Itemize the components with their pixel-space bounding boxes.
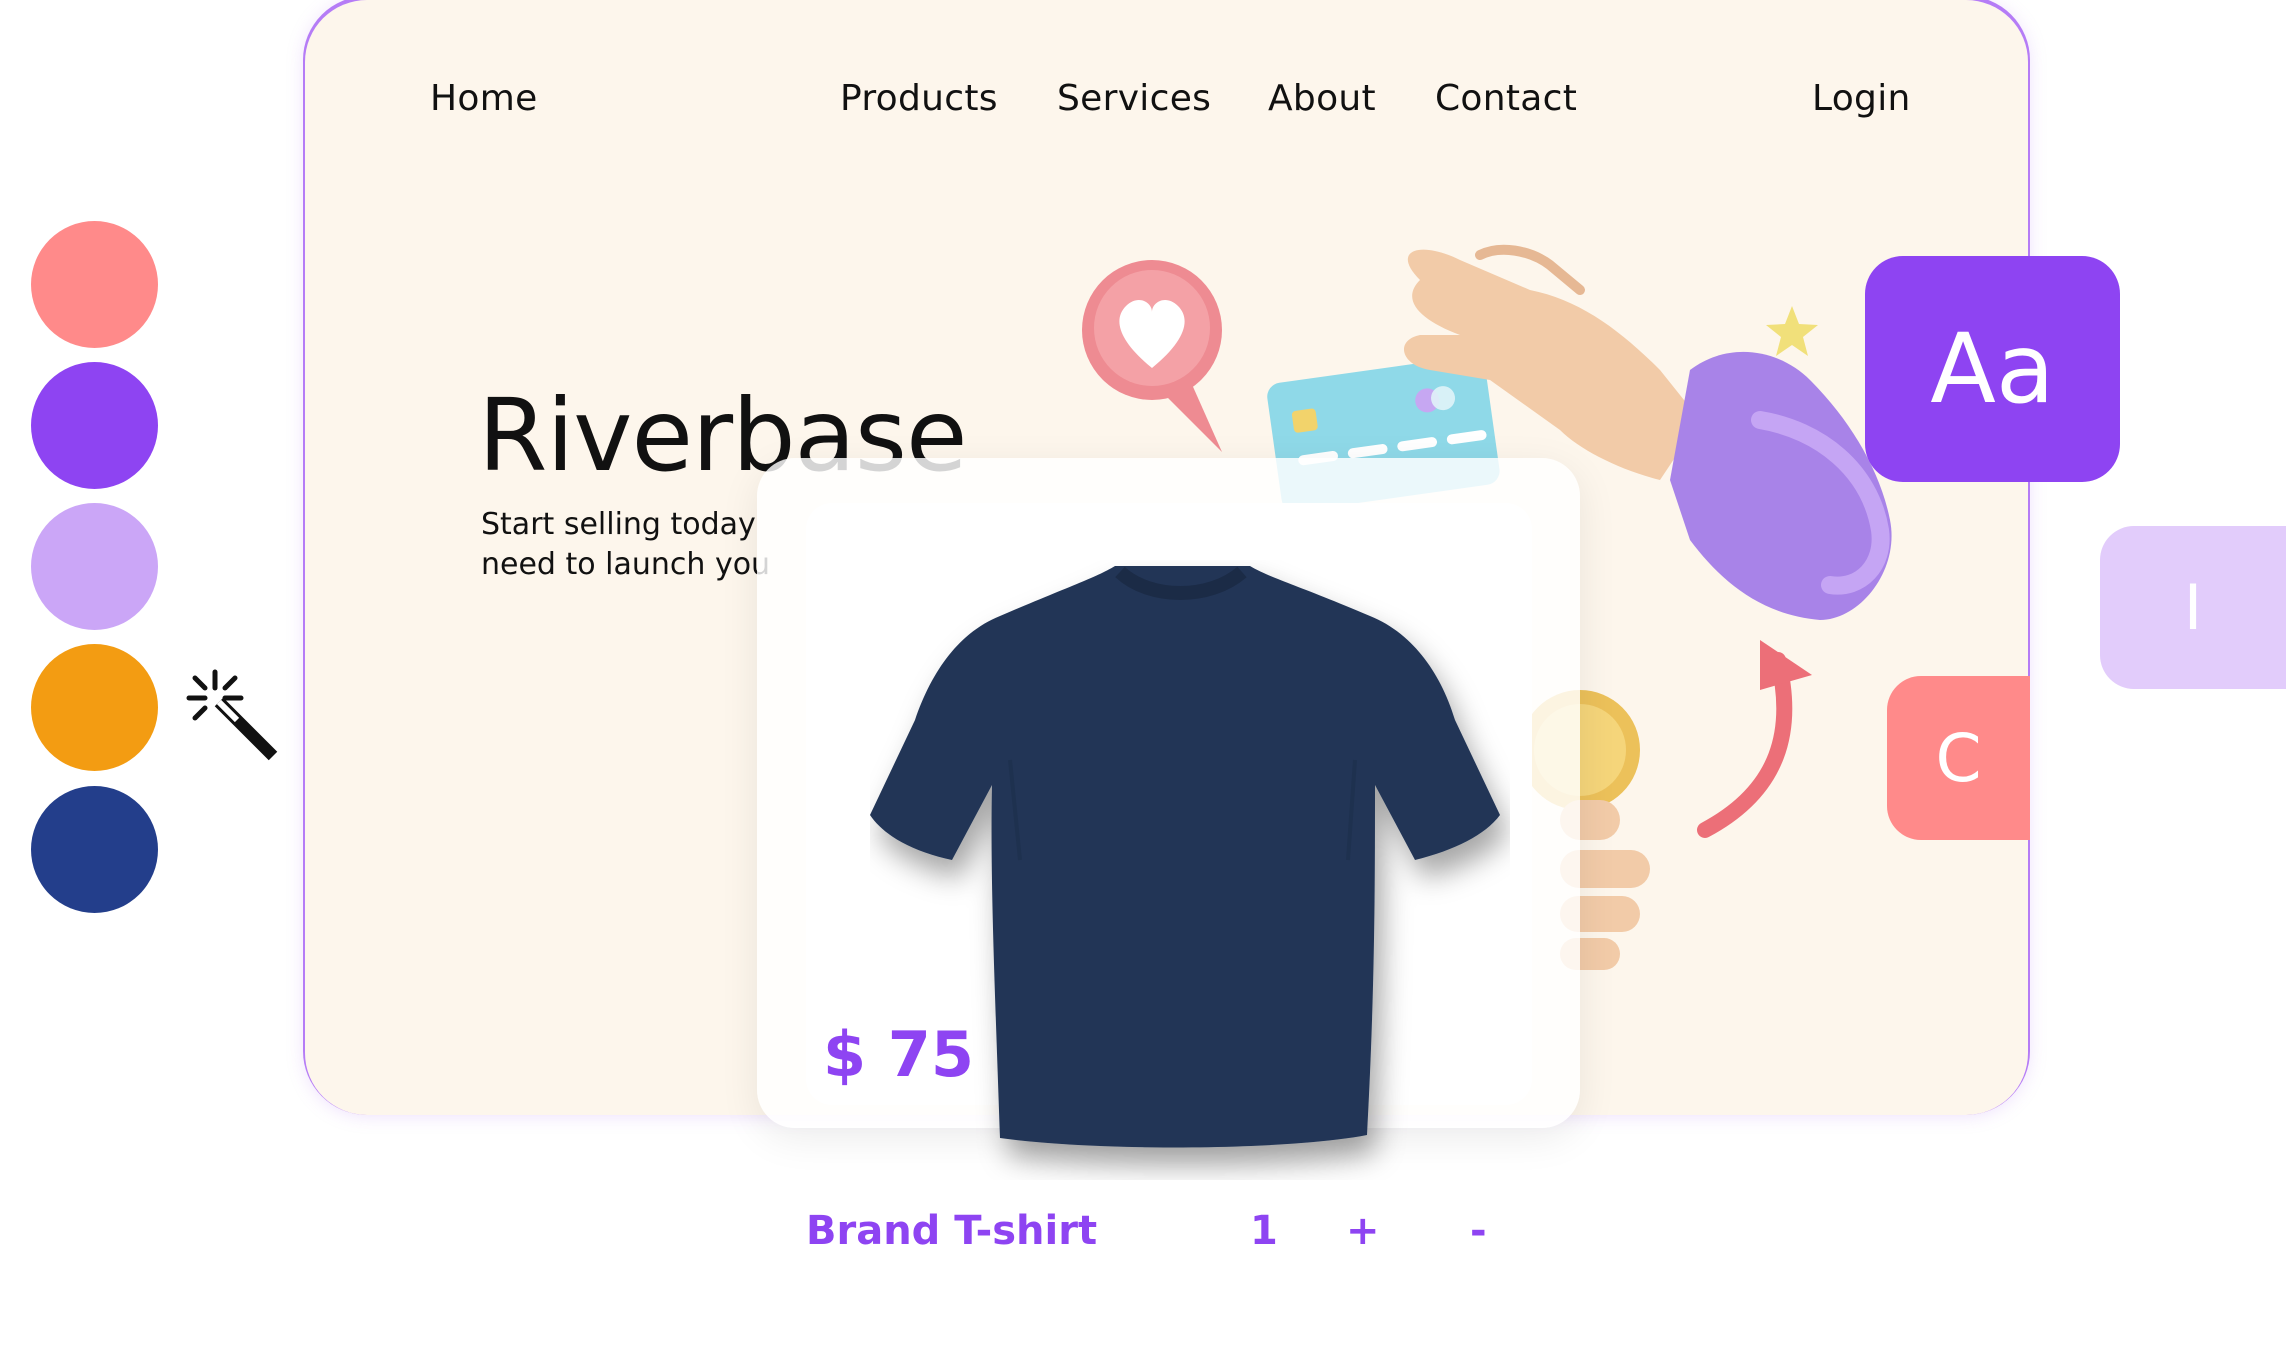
quantity-value: 1 <box>1250 1208 1278 1254</box>
decrease-quantity-button[interactable]: - <box>1470 1208 1487 1254</box>
arrow-up-icon <box>1697 640 1812 838</box>
heart-bubble-icon <box>1082 260 1222 452</box>
font-tile-c-label: C <box>1935 719 1982 797</box>
product-price: $ 75 <box>823 1018 975 1091</box>
star-icon <box>1766 306 1818 356</box>
nav-contact[interactable]: Contact <box>1435 78 1577 119</box>
font-tile-i[interactable]: I <box>2100 526 2286 689</box>
nav-about[interactable]: About <box>1268 78 1376 119</box>
swatch-lavender[interactable] <box>31 503 158 630</box>
nav-services[interactable]: Services <box>1057 78 1211 119</box>
increase-quantity-button[interactable]: + <box>1346 1208 1380 1254</box>
hero-subtitle-line-2: need to launch you <box>481 547 771 582</box>
hero-subtitle-line-1: Start selling today <box>481 507 756 542</box>
font-tile-aa-label: Aa <box>1930 313 2055 425</box>
font-tile-aa[interactable]: Aa <box>1865 256 2120 482</box>
nav-login[interactable]: Login <box>1812 78 1911 119</box>
nav-products[interactable]: Products <box>840 78 998 119</box>
swatch-navy[interactable] <box>31 786 158 913</box>
hero-subtitle: Start selling today need to launch you <box>481 505 770 585</box>
swatch-coral[interactable] <box>31 221 158 348</box>
font-tile-c[interactable]: C <box>1887 676 2030 840</box>
nav-home[interactable]: Home <box>430 78 538 119</box>
product-name: Brand T-shirt <box>806 1208 1098 1254</box>
font-tile-i-label: I <box>2183 571 2203 644</box>
magic-wand-icon[interactable] <box>185 668 280 763</box>
swatch-purple[interactable] <box>31 362 158 489</box>
swatch-orange[interactable] <box>31 644 158 771</box>
